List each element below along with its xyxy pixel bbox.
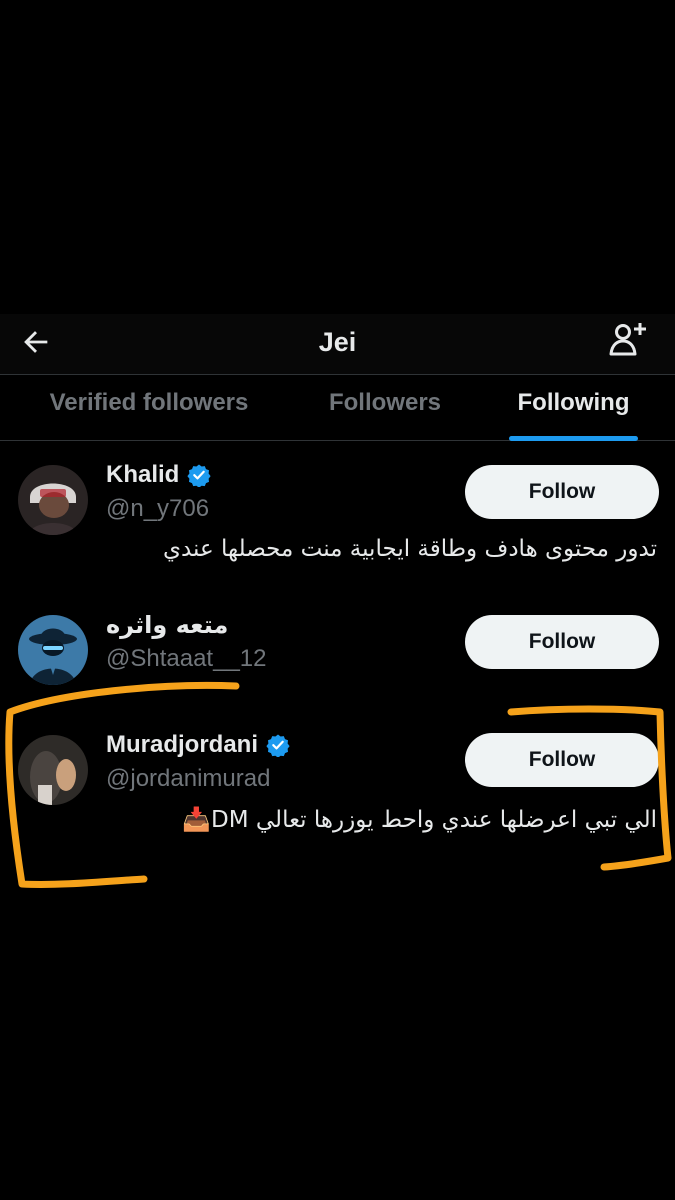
avatar[interactable]: [18, 615, 88, 685]
page-title: Jei: [318, 327, 357, 357]
tab-following[interactable]: Following: [509, 375, 638, 441]
arrow-left-icon: [24, 331, 48, 353]
username: @jordanimurad: [106, 765, 271, 792]
tab-followers[interactable]: Followers: [318, 375, 452, 441]
list-item[interactable]: Khalid @n_y706 Follow تدور محتوى هادف وط…: [0, 441, 675, 591]
tab-verified-followers[interactable]: Verified followers: [30, 375, 268, 441]
name-row: متعه واثره: [106, 611, 228, 639]
name-row: Muradjordani: [106, 731, 290, 759]
avatar[interactable]: [18, 735, 88, 805]
list-item[interactable]: Muradjordani @jordanimurad Follow الي تب…: [0, 711, 675, 861]
follow-button[interactable]: Follow: [465, 465, 659, 519]
tab-label: Followers: [328, 389, 442, 416]
list-item[interactable]: متعه واثره @Shtaaat__12 Follow: [0, 591, 675, 711]
follow-button[interactable]: Follow: [465, 733, 659, 787]
avatar[interactable]: [18, 465, 88, 535]
display-name: Khalid: [106, 461, 180, 488]
display-name: متعه واثره: [106, 611, 229, 639]
top-app-bar: Jei: [0, 314, 675, 374]
username: @n_y706: [106, 495, 210, 522]
tab-bar: Verified followers Followers Following: [0, 374, 675, 441]
back-button[interactable]: [16, 322, 56, 362]
user-bio: الي تبي اعرضلها عندي واحط يوزرها تعالي D…: [182, 807, 657, 833]
user-bio: تدور محتوى هادف وطاقة ايجابية منت محصلها…: [162, 536, 657, 562]
tab-label: Following: [517, 389, 630, 416]
add-person-button[interactable]: [604, 318, 652, 364]
verified-badge-icon: [187, 464, 211, 487]
person-add-icon: [609, 323, 646, 356]
verified-badge-icon: [266, 734, 290, 757]
name-row: Khalid: [106, 461, 211, 489]
tab-label: Verified followers: [49, 389, 249, 416]
follow-button[interactable]: Follow: [465, 615, 659, 669]
display-name: Muradjordani: [106, 731, 259, 758]
username: @Shtaaat__12: [106, 645, 267, 672]
